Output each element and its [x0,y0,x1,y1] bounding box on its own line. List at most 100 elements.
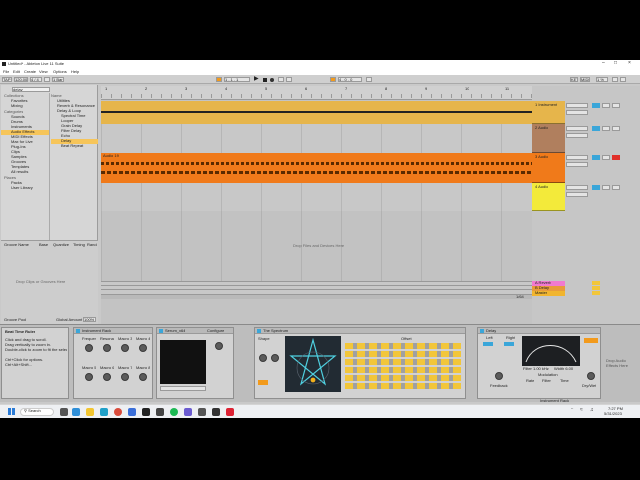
solo-button[interactable] [602,103,610,108]
track-header-3[interactable]: 3 Audio [532,153,565,183]
track-activator-button[interactable] [592,103,600,108]
result-beat-repeat[interactable]: Beat Repeat [51,144,98,149]
tap-button[interactable]: TAP [2,77,12,82]
track-lane-3[interactable]: Audio 19 [101,153,532,183]
tray-chevron-icon[interactable]: ⌃ [570,408,574,414]
spotify-icon[interactable] [170,408,178,416]
app-icon[interactable] [212,408,220,416]
plugin-preset-select[interactable] [160,386,206,391]
arm-button[interactable] [612,155,620,160]
param-row[interactable] [345,383,461,389]
device-on-icon[interactable] [76,329,80,333]
input-type-select[interactable] [566,126,588,131]
stop-icon[interactable] [263,78,267,82]
loop-length-field[interactable]: 4 . 0 . 0 [338,77,362,82]
solo-button[interactable] [602,185,610,190]
menu-edit[interactable]: Edit [13,70,20,75]
param-row[interactable] [345,351,461,357]
key-map-button[interactable]: KEY [570,77,578,82]
browser-search-input[interactable]: delay [12,87,50,92]
app-icon[interactable] [184,408,192,416]
delay-device[interactable]: Delay Left Right Feedback Filter 1.00 kH… [477,327,601,399]
amount-knob[interactable] [271,354,279,362]
close-icon[interactable]: × [628,61,631,67]
left-sync-button[interactable] [483,342,493,346]
app-icon[interactable] [198,408,206,416]
serum-device[interactable]: Serum_x64 Configure [156,327,234,399]
macro-knob[interactable] [85,373,93,381]
task-view-icon[interactable] [60,408,68,416]
right-sync-button[interactable] [504,342,514,346]
windows-start-icon[interactable] [8,408,15,415]
automation-arm-icon[interactable] [286,77,292,82]
track-lane-1[interactable] [101,101,532,124]
collection-mixing[interactable]: Mixing [1,104,49,109]
taskbar-search-box[interactable]: ⚲ Search [20,408,54,416]
record-icon[interactable] [270,78,274,82]
arm-button[interactable] [612,126,620,131]
arrangement-follow-icon[interactable] [216,77,222,82]
input-type-select[interactable] [566,185,588,190]
beat-time-ruler[interactable]: 1 2 3 4 5 6 7 8 9 10 11 [101,86,532,100]
macro-knob[interactable] [121,373,129,381]
menu-options[interactable]: Options [53,70,67,75]
input-type-select[interactable] [566,155,588,160]
track-activator-button[interactable] [592,126,600,131]
widgets-icon[interactable] [72,408,80,416]
arm-button[interactable] [612,185,620,190]
signature-field[interactable]: 4 / 4 [30,77,42,82]
computer-midi-icon[interactable] [620,77,626,82]
device-on-icon[interactable] [480,329,484,333]
quantize-field[interactable]: 1 Bar [52,77,64,82]
clock-time[interactable]: 7:27 PM [608,407,623,412]
bar-position-field[interactable]: 1 . 1 . 1 [224,77,250,82]
arrangement-scrollbar[interactable]: 1/64 [101,294,532,299]
place-user-library[interactable]: User Library [1,186,49,191]
dry-wet-knob[interactable] [587,372,595,380]
file-explorer-icon[interactable] [86,408,94,416]
input-channel-select[interactable] [566,110,588,115]
menu-file[interactable]: File [3,70,9,75]
app-icon[interactable] [226,408,234,416]
app-icon[interactable] [156,408,164,416]
param-row[interactable] [345,359,461,365]
input-type-select[interactable] [566,103,588,108]
ableton-icon[interactable] [142,408,150,416]
store-icon[interactable] [128,408,136,416]
input-channel-select[interactable] [566,192,588,197]
metronome-icon[interactable] [44,77,50,82]
macro-knob[interactable] [121,344,129,352]
feedback-knob[interactable] [495,372,503,380]
track-header-4[interactable]: 4 Audio [532,183,565,211]
track-header-2[interactable]: 2 Audio [532,124,565,153]
macro-knob[interactable] [103,373,111,381]
plugin-param-knob[interactable] [215,342,223,350]
macro-knob[interactable] [85,344,93,352]
category-all-results[interactable]: All results [1,170,49,175]
device-on-icon[interactable] [159,329,163,333]
midi-map-button[interactable]: MIDI [580,77,590,82]
master-activator-button[interactable] [592,291,600,295]
macro-knob[interactable] [139,373,147,381]
play-icon[interactable]: ▶ [254,76,259,83]
configure-button[interactable]: Configure [207,329,224,334]
filter-display[interactable] [522,336,580,366]
return-activator-button[interactable] [592,281,600,285]
arm-button[interactable] [612,103,620,108]
device-on-icon[interactable] [257,329,261,333]
solo-button[interactable] [602,126,610,131]
global-amount-field[interactable]: 100% [83,317,96,322]
track-activator-button[interactable] [592,155,600,160]
volume-icon[interactable]: ♫ [590,408,594,414]
return-activator-button[interactable] [592,286,600,290]
macro-knob[interactable] [139,344,147,352]
master-header[interactable]: Master [532,291,565,296]
wifi-icon[interactable]: ≈ [580,408,583,414]
loop-switch-icon[interactable] [330,77,336,82]
clock-date[interactable]: 5/31/2023 [604,412,622,417]
track-activator-button[interactable] [592,185,600,190]
partials-grid[interactable]: Offset [345,337,461,395]
solo-button[interactable] [602,155,610,160]
maximize-icon[interactable]: □ [614,61,617,67]
track-lane-4[interactable] [101,183,532,211]
